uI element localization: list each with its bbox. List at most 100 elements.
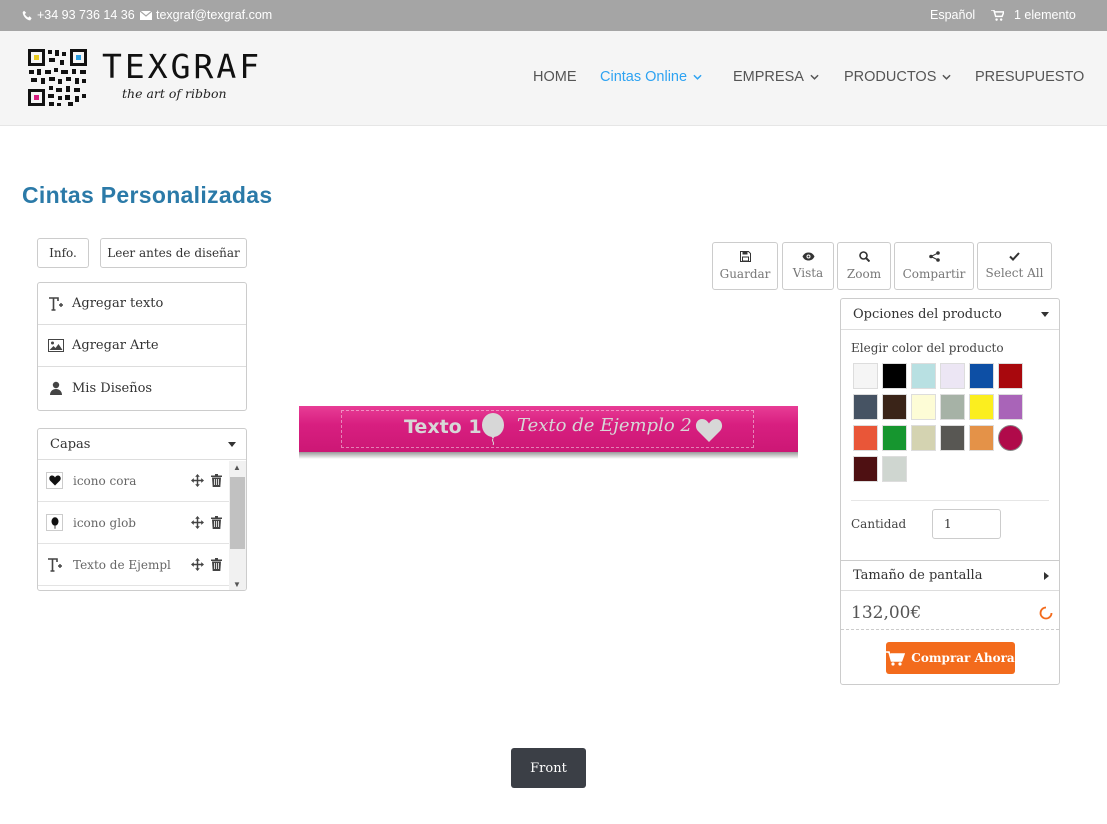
chevron-down-icon bbox=[942, 74, 951, 80]
trash-icon[interactable] bbox=[211, 558, 222, 571]
top-bar: +34 93 736 14 36 texgraf@texgraf.com Esp… bbox=[0, 0, 1107, 31]
text-add-icon bbox=[48, 296, 64, 312]
nav-home[interactable]: HOME bbox=[533, 69, 577, 85]
nav-empresa-label: EMPRESA bbox=[733, 69, 804, 85]
read-before-design-button[interactable]: Leer antes de diseñar bbox=[100, 238, 247, 268]
ribbon-text-1[interactable]: Texto 1 bbox=[404, 416, 482, 438]
check-icon bbox=[1009, 252, 1020, 261]
trash-icon[interactable] bbox=[211, 474, 222, 487]
save-icon bbox=[739, 251, 751, 262]
color-swatch[interactable] bbox=[940, 425, 965, 451]
color-swatch[interactable] bbox=[911, 363, 936, 389]
logo[interactable]: TEXGRAF the art of ribbon bbox=[27, 48, 262, 107]
color-swatch[interactable] bbox=[911, 425, 936, 451]
screen-size-header[interactable]: Tamaño de pantalla bbox=[841, 560, 1059, 591]
select-all-label: Select All bbox=[985, 266, 1044, 280]
layer-label: icono glob bbox=[73, 515, 136, 530]
color-swatch[interactable] bbox=[882, 425, 907, 451]
add-text-menu-item[interactable]: Agregar texto bbox=[38, 283, 246, 325]
chevron-down-icon bbox=[810, 74, 819, 80]
color-swatch[interactable] bbox=[969, 363, 994, 389]
layer-label: Texto de Ejempl bbox=[73, 557, 171, 572]
front-side-button[interactable]: Front bbox=[511, 748, 586, 788]
nav-empresa[interactable]: EMPRESA bbox=[733, 69, 819, 85]
select-all-button[interactable]: Select All bbox=[977, 242, 1052, 290]
color-swatch[interactable] bbox=[853, 425, 878, 451]
color-swatch[interactable] bbox=[969, 394, 994, 420]
cart-link[interactable]: 1 elemento bbox=[991, 8, 1076, 22]
nav-productos[interactable]: PRODUCTOS bbox=[844, 69, 951, 85]
add-text-label: Agregar texto bbox=[72, 296, 164, 311]
color-swatch[interactable] bbox=[853, 394, 878, 420]
zoom-icon bbox=[858, 251, 870, 262]
add-art-label: Agregar Arte bbox=[72, 338, 159, 353]
product-options-title: Opciones del producto bbox=[853, 306, 1002, 322]
phone-icon bbox=[22, 10, 32, 20]
language-selector[interactable]: Español bbox=[930, 8, 975, 22]
color-swatch[interactable] bbox=[940, 394, 965, 420]
cart-icon bbox=[991, 9, 1004, 21]
layer-label: icono cora bbox=[73, 473, 137, 488]
nav-cintas-online[interactable]: Cintas Online bbox=[600, 69, 702, 85]
nav-productos-label: PRODUCTOS bbox=[844, 69, 937, 85]
share-button[interactable]: Compartir bbox=[894, 242, 974, 290]
caret-down-icon bbox=[228, 441, 236, 447]
color-swatch[interactable] bbox=[998, 394, 1023, 420]
trash-icon[interactable] bbox=[211, 516, 222, 529]
site-header: TEXGRAF the art of ribbon HOME Cintas On… bbox=[0, 31, 1107, 126]
heart-icon[interactable] bbox=[695, 418, 723, 443]
color-swatch[interactable] bbox=[882, 394, 907, 420]
color-swatch[interactable] bbox=[911, 394, 936, 420]
color-swatch[interactable] bbox=[853, 363, 878, 389]
quantity-label: Cantidad bbox=[851, 517, 907, 531]
layers-header[interactable]: Capas bbox=[38, 429, 246, 460]
layers-title: Capas bbox=[50, 436, 91, 452]
scrollbar-thumb[interactable] bbox=[230, 477, 245, 549]
nav-presupuesto-label: PRESUPUESTO bbox=[975, 69, 1085, 85]
layer-item[interactable]: icono cora bbox=[38, 460, 230, 502]
ribbon-canvas[interactable]: Texto 1 Texto de Ejemplo 2 bbox=[299, 401, 798, 461]
brand-tagline: the art of ribbon bbox=[122, 86, 227, 101]
layers-panel: Capas icono cora icono glob Texto de Eje… bbox=[37, 428, 247, 591]
ribbon-shadow bbox=[299, 452, 798, 459]
color-swatch[interactable] bbox=[853, 456, 878, 482]
cart-count: 1 elemento bbox=[1014, 8, 1076, 22]
color-swatch[interactable] bbox=[998, 363, 1023, 389]
product-options-header[interactable]: Opciones del producto bbox=[841, 299, 1059, 330]
color-swatch[interactable] bbox=[940, 363, 965, 389]
email-contact[interactable]: texgraf@texgraf.com bbox=[140, 8, 272, 22]
heart-icon bbox=[46, 472, 63, 489]
scroll-up-icon[interactable]: ▲ bbox=[233, 463, 241, 472]
nav-presupuesto[interactable]: PRESUPUESTO bbox=[975, 69, 1084, 85]
zoom-label: Zoom bbox=[846, 267, 882, 281]
scroll-down-icon[interactable]: ▼ bbox=[233, 580, 241, 589]
layer-item[interactable]: icono glob bbox=[38, 502, 230, 544]
ribbon-text-2[interactable]: Texto de Ejemplo 2 bbox=[517, 415, 692, 436]
color-swatch[interactable] bbox=[882, 456, 907, 482]
move-icon[interactable] bbox=[191, 516, 204, 529]
quantity-input[interactable] bbox=[932, 509, 1001, 539]
move-icon[interactable] bbox=[191, 474, 204, 487]
view-button[interactable]: Vista bbox=[782, 242, 834, 290]
save-button[interactable]: Guardar bbox=[712, 242, 778, 290]
color-swatch[interactable] bbox=[969, 425, 994, 451]
layer-item[interactable]: Texto de Ejempl bbox=[38, 544, 230, 586]
price: 132,00€ bbox=[851, 603, 922, 623]
color-swatch[interactable] bbox=[882, 363, 907, 389]
my-designs-menu-item[interactable]: Mis Diseños bbox=[38, 367, 246, 409]
move-icon[interactable] bbox=[191, 558, 204, 571]
balloon-icon[interactable] bbox=[481, 413, 505, 446]
zoom-button[interactable]: Zoom bbox=[837, 242, 891, 290]
layers-scrollbar[interactable]: ▲ ▼ bbox=[229, 461, 246, 590]
cart-icon bbox=[886, 650, 906, 666]
save-label: Guardar bbox=[719, 267, 771, 281]
color-swatch[interactable] bbox=[998, 425, 1023, 451]
phone-contact[interactable]: +34 93 736 14 36 bbox=[22, 8, 135, 22]
buy-now-button[interactable]: Comprar Ahora bbox=[886, 642, 1015, 674]
add-art-menu-item[interactable]: Agregar Arte bbox=[38, 325, 246, 367]
divider bbox=[851, 500, 1049, 501]
text-icon bbox=[46, 556, 63, 573]
info-button[interactable]: Info. bbox=[37, 238, 89, 268]
nav-home-label: HOME bbox=[533, 69, 577, 85]
image-icon bbox=[48, 338, 64, 354]
